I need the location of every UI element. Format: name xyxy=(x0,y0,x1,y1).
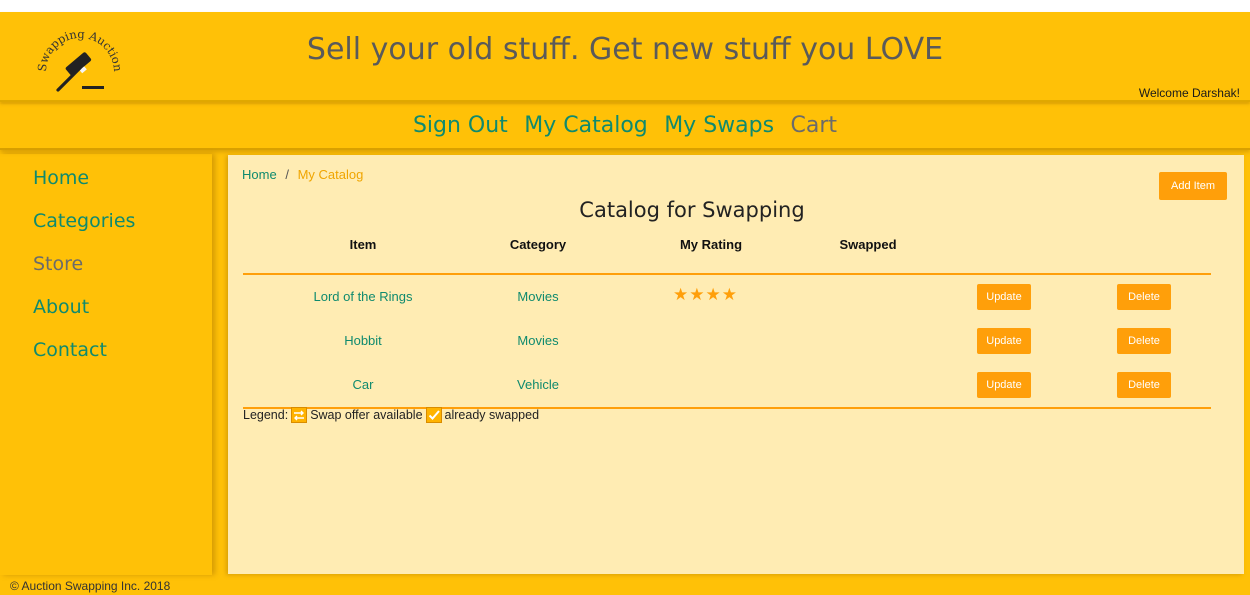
item-cell: Lord of the Rings xyxy=(263,289,463,304)
update-button[interactable]: Update xyxy=(977,328,1031,354)
sidebar-item-store[interactable]: Store xyxy=(33,243,212,286)
swap-arrows-icon xyxy=(291,407,308,423)
breadcrumb: Home / My Catalog xyxy=(242,167,363,182)
item-cell: Car xyxy=(263,377,463,392)
category-cell: Movies xyxy=(438,333,638,348)
sidebar-item-contact[interactable]: Contact xyxy=(33,329,212,372)
rating-stars: ★★★★ xyxy=(673,285,738,304)
item-cell: Hobbit xyxy=(263,333,463,348)
item-link[interactable]: Lord of the Rings xyxy=(313,289,412,304)
category-link[interactable]: Movies xyxy=(517,289,558,304)
site-title: Sell your old stuff. Get new stuff you L… xyxy=(306,32,944,67)
update-button[interactable]: Update xyxy=(977,372,1031,398)
nav-sign-out[interactable]: Sign Out xyxy=(413,113,508,138)
page-title: Catalog for Swapping xyxy=(579,198,805,222)
column-header-category: Category xyxy=(509,237,567,252)
main-content: Home / My Catalog Add Item Catalog for S… xyxy=(228,155,1244,574)
category-cell: Vehicle xyxy=(438,377,638,392)
nav-my-swaps[interactable]: My Swaps xyxy=(664,113,774,138)
nav-my-catalog[interactable]: My Catalog xyxy=(524,113,647,138)
add-item-button[interactable]: Add Item xyxy=(1159,172,1227,200)
legend-label: Legend: xyxy=(243,408,289,422)
table-row: Hobbit Movies Update Delete xyxy=(243,319,1211,363)
table-row: Car Vehicle Update Delete xyxy=(243,363,1211,407)
footer: © Auction Swapping Inc. 2018 xyxy=(10,579,171,593)
sidebar-item-home[interactable]: Home xyxy=(33,157,212,200)
app-frame: Swapping Auction Sell your old stuff. Ge… xyxy=(0,12,1250,595)
nav-cart[interactable]: Cart xyxy=(791,113,838,138)
item-link[interactable]: Hobbit xyxy=(344,333,382,348)
site-header: Swapping Auction Sell your old stuff. Ge… xyxy=(0,12,1250,102)
sidebar-item-about[interactable]: About xyxy=(33,286,212,329)
column-header-my-rating: My Rating xyxy=(679,237,743,252)
welcome-message: Welcome Darshak! xyxy=(1138,86,1240,100)
checkbox-check-icon xyxy=(425,407,442,423)
table-header: Item Category My Rating Swapped xyxy=(243,237,1211,275)
column-header-item: Item xyxy=(349,237,377,252)
update-button[interactable]: Update xyxy=(977,284,1031,310)
legend-check-text: already swapped xyxy=(444,408,540,422)
delete-button[interactable]: Delete xyxy=(1117,372,1171,398)
item-link[interactable]: Car xyxy=(353,377,374,392)
table-row: Lord of the Rings Movies ★★★★ Update Del… xyxy=(243,275,1211,319)
catalog-table: Item Category My Rating Swapped Lord of … xyxy=(243,237,1211,409)
sidebar-item-categories[interactable]: Categories xyxy=(33,200,212,243)
legend: Legend: Swap offer available already swa… xyxy=(243,407,539,423)
category-cell: Movies xyxy=(438,289,638,304)
legend-swap-text: Swap offer available xyxy=(310,408,423,422)
category-link[interactable]: Vehicle xyxy=(517,377,559,392)
sidebar: Home Categories Store About Contact xyxy=(0,154,212,575)
breadcrumb-separator: / xyxy=(285,167,289,182)
top-nav: Sign Out My Catalog My Swaps Cart xyxy=(0,104,1250,150)
category-link[interactable]: Movies xyxy=(517,333,558,348)
delete-button[interactable]: Delete xyxy=(1117,328,1171,354)
column-header-swapped: Swapped xyxy=(839,237,897,252)
breadcrumb-home[interactable]: Home xyxy=(242,167,277,182)
breadcrumb-current: My Catalog xyxy=(297,167,364,182)
delete-button[interactable]: Delete xyxy=(1117,284,1171,310)
